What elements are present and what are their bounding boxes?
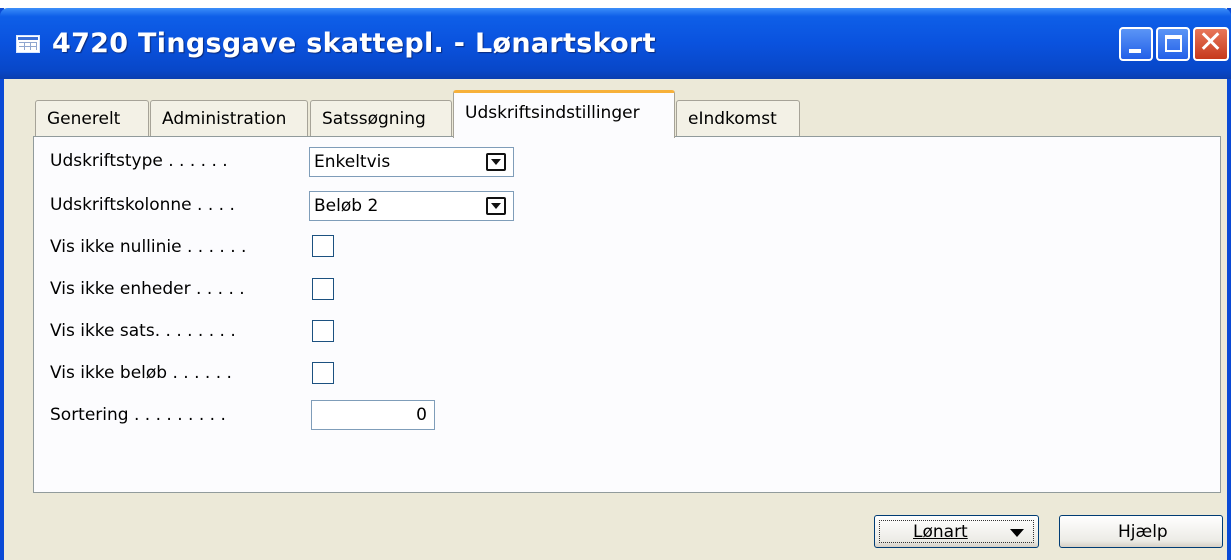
maximize-icon (1165, 35, 1182, 52)
udskriftstype-value: Enkeltvis (314, 152, 391, 172)
vis-ikke-sats-label: Vis ikke sats. . . . . . . . (50, 321, 236, 341)
minimize-icon (1129, 49, 1141, 53)
tab-panel: Udskriftstype . . . . . . Enkeltvis Udsk… (33, 136, 1221, 493)
window: 4720 Tingsgave skattepl. - Lønartskort ✕… (0, 8, 1231, 560)
maximize-button[interactable] (1156, 27, 1190, 61)
udskriftskolonne-select[interactable]: Beløb 2 (309, 191, 514, 221)
vis-ikke-sats-checkbox[interactable] (312, 320, 334, 342)
vis-ikke-nullinie-label: Vis ikke nullinie . . . . . . (50, 237, 247, 257)
close-icon: ✕ (1198, 25, 1224, 60)
tab-label: Udskriftsindstillinger (465, 103, 640, 123)
tab-label: eIndkomst (688, 109, 777, 129)
udskriftskolonne-label: Udskriftskolonne . . . . (50, 195, 235, 215)
tab-label: Satssøgning (322, 109, 426, 129)
vis-ikke-beloeb-checkbox[interactable] (312, 362, 334, 384)
sortering-input[interactable]: 0 (311, 400, 435, 430)
tab-label: Administration (162, 109, 287, 129)
chevron-down-icon[interactable] (486, 153, 506, 171)
chevron-down-icon (1010, 529, 1024, 537)
udskriftstype-label: Udskriftstype . . . . . . (50, 151, 228, 171)
minimize-button[interactable] (1119, 27, 1153, 61)
table-icon (16, 35, 40, 53)
vis-ikke-enheder-checkbox[interactable] (312, 278, 334, 300)
window-title: 4720 Tingsgave skattepl. - Lønartskort (52, 28, 656, 59)
chevron-down-icon[interactable] (486, 197, 506, 215)
tab-satssoegning[interactable]: Satssøgning (310, 100, 452, 138)
tab-label: Generelt (47, 109, 121, 129)
udskriftskolonne-value: Beløb 2 (314, 196, 379, 216)
sortering-value: 0 (416, 405, 427, 425)
tab-udskriftsindstillinger[interactable]: Udskriftsindstillinger (453, 90, 675, 138)
tab-eindkomst[interactable]: eIndkomst (676, 100, 800, 138)
sortering-label: Sortering . . . . . . . . . (50, 405, 226, 425)
tab-administration[interactable]: Administration (150, 100, 308, 138)
hjaelp-button[interactable]: Hjælp (1059, 515, 1223, 548)
tab-generelt[interactable]: Generelt (35, 100, 149, 138)
vis-ikke-enheder-label: Vis ikke enheder . . . . . (50, 279, 245, 299)
vis-ikke-beloeb-label: Vis ikke beløb . . . . . . (50, 363, 232, 383)
hjaelp-button-label: Hjælp (1118, 522, 1168, 542)
vis-ikke-nullinie-checkbox[interactable] (312, 235, 334, 257)
loenart-menu-button[interactable]: Lønart (874, 515, 1039, 548)
udskriftstype-select[interactable]: Enkeltvis (309, 147, 514, 177)
loenart-button-label: Lønart (913, 522, 968, 542)
title-bar[interactable]: 4720 Tingsgave skattepl. - Lønartskort ✕ (0, 8, 1231, 79)
close-button[interactable]: ✕ (1193, 25, 1229, 61)
